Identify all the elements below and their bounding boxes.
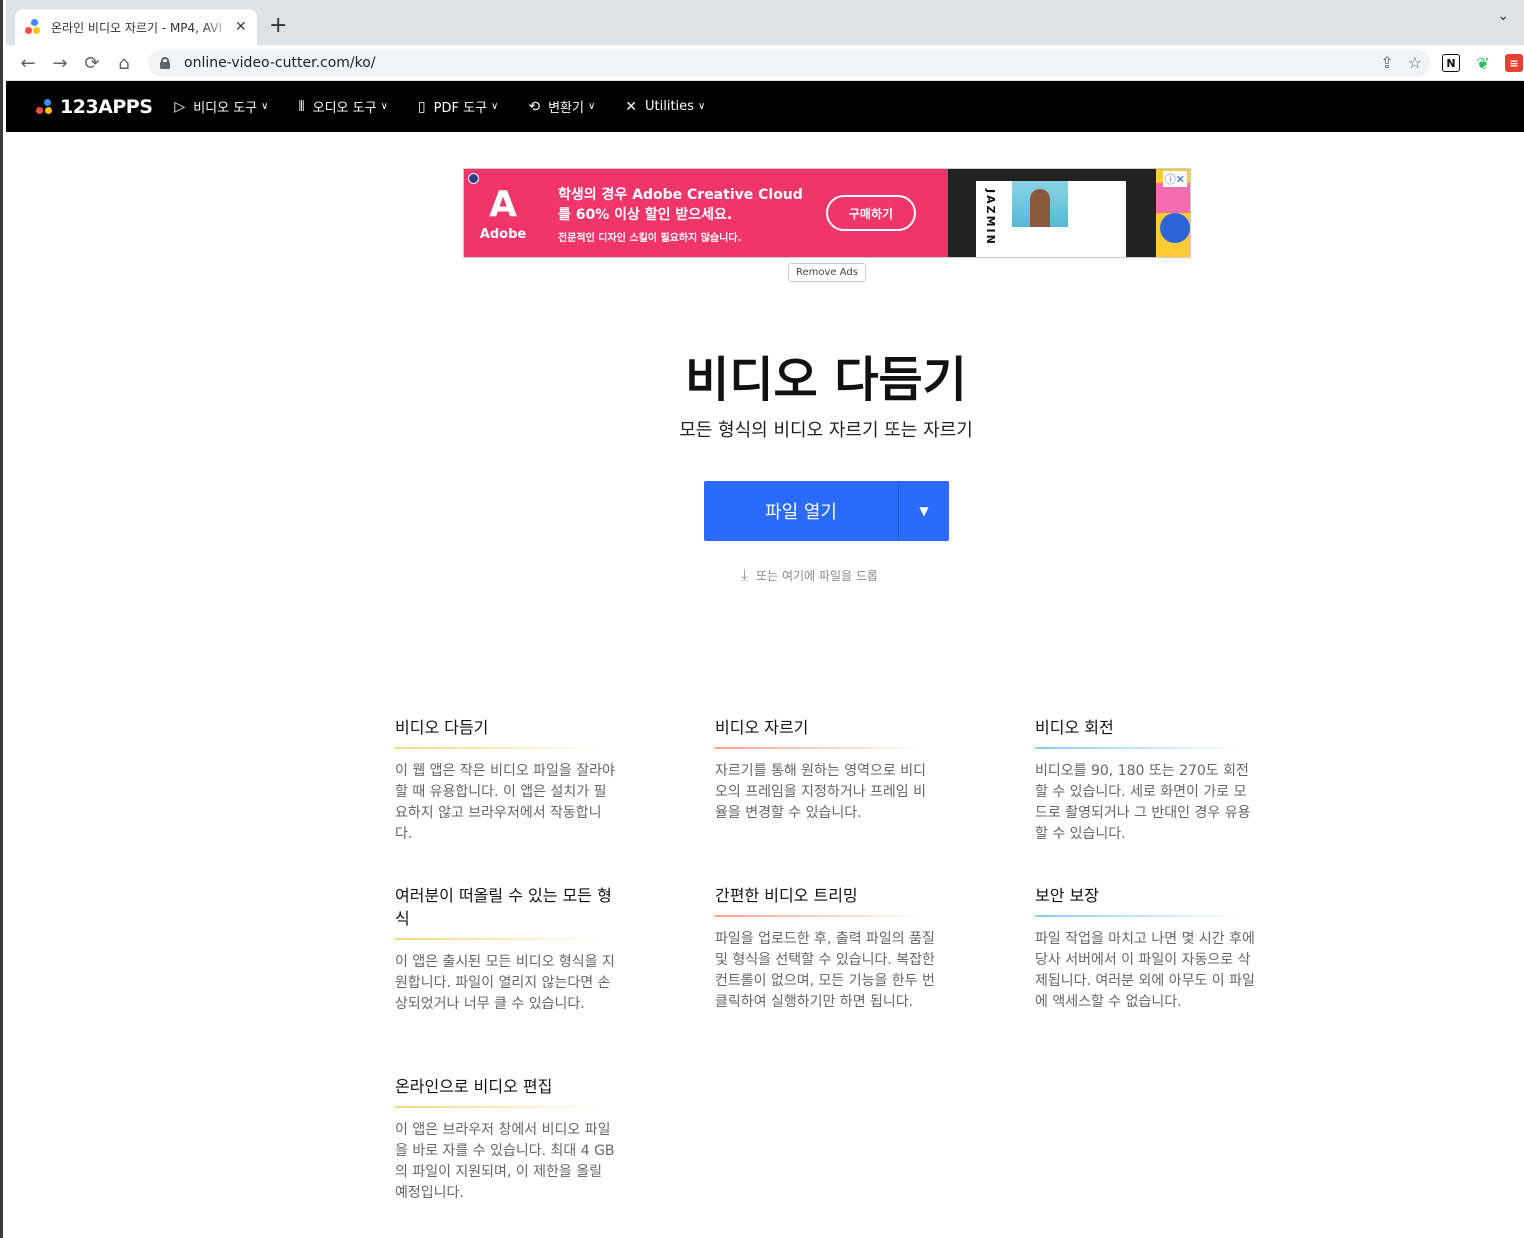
site-header: 123APPS ▷ 비디오 도구 ∨ ⦀ 오디오 도구 ∨ ▯ PDF 도구 ∨… bbox=[6, 81, 1524, 132]
feature-title: 비디오 다듬기 bbox=[395, 716, 615, 749]
drop-zone-hint: ⤓ 또는 여기에 파일을 드롭 bbox=[741, 565, 878, 585]
site-logo[interactable]: 123APPS bbox=[36, 95, 153, 118]
feature-text: 이 웹 앱은 작은 비디오 파일을 잘라야 할 때 유용합니다. 이 앱은 설치… bbox=[395, 763, 615, 842]
open-file-dropdown-chevron-icon[interactable]: ▼ bbox=[899, 481, 949, 541]
ad-subline: 전문적인 디자인 스킬이 필요하지 않습니다. bbox=[558, 233, 742, 244]
tab-title: 온라인 비디오 자르기 - MP4, AVI bbox=[51, 20, 222, 35]
ad-cta-button[interactable]: 구매하기 bbox=[826, 195, 916, 231]
nav-label: Utilities bbox=[645, 99, 694, 114]
nav-audio-tools[interactable]: ⦀ 오디오 도구 ∨ bbox=[298, 97, 388, 117]
feature-title: 온라인으로 비디오 편집 bbox=[395, 1075, 615, 1108]
ad-close-icon[interactable]: ⓘ✕ bbox=[1162, 171, 1187, 187]
tab-strip: 온라인 비디오 자르기 - MP4, AVI ✕ + ⌄ bbox=[6, 0, 1524, 45]
bookmark-star-icon[interactable]: ☆ bbox=[1408, 53, 1422, 72]
drop-hint-text: 또는 여기에 파일을 드롭 bbox=[756, 568, 878, 583]
feature-title: 비디오 회전 bbox=[1035, 716, 1255, 749]
tab-search-chevron-icon[interactable]: ⌄ bbox=[1497, 8, 1509, 24]
nav-label: 오디오 도구 bbox=[312, 101, 377, 116]
feature-text: 파일 작업을 마치고 나면 몇 시간 후에 당사 서버에서 이 파일이 자동으로… bbox=[1035, 931, 1255, 1010]
address-bar[interactable]: online-video-cutter.com/ko/ ⇪ ☆ bbox=[148, 49, 1430, 77]
document-icon: ▯ bbox=[417, 98, 426, 115]
share-icon[interactable]: ⇪ bbox=[1380, 53, 1393, 72]
logo-text: 123APPS bbox=[60, 95, 153, 118]
notion-extension-icon[interactable]: N bbox=[1442, 54, 1460, 72]
chevron-down-icon: ∨ bbox=[380, 101, 388, 112]
ad-banner[interactable]: A Adobe 학생의 경우 Adobe Creative Cloud를 60%… bbox=[463, 168, 1191, 258]
feature-all-formats: 여러분이 떠올릴 수 있는 모든 형식 이 앱은 출시된 모든 비디오 형식을 … bbox=[395, 884, 615, 1015]
audio-wave-icon: ⦀ bbox=[298, 98, 305, 115]
feature-title: 비디오 자르기 bbox=[715, 716, 935, 749]
download-icon: ⤓ bbox=[741, 565, 749, 584]
feature-text: 파일을 업로드한 후, 출력 파일의 품질 및 형식을 선택할 수 있습니다. … bbox=[715, 931, 935, 1010]
ad-portrait-image bbox=[1012, 181, 1068, 227]
nav-video-tools[interactable]: ▷ 비디오 도구 ∨ bbox=[174, 97, 269, 117]
nav-utilities[interactable]: ✕ Utilities ∨ bbox=[625, 99, 705, 115]
browser-window: 온라인 비디오 자르기 - MP4, AVI ✕ + ⌄ ← → ⟳ ⌂ onl… bbox=[0, 0, 1524, 1238]
nav-label: 비디오 도구 bbox=[193, 101, 258, 116]
reload-icon[interactable]: ⟳ bbox=[80, 51, 104, 75]
forward-arrow-icon[interactable]: → bbox=[48, 51, 72, 75]
convert-icon: ⟲ bbox=[528, 98, 541, 115]
nav-label: 변환기 bbox=[548, 101, 584, 116]
feature-title: 여러분이 떠올릴 수 있는 모든 형식 bbox=[395, 884, 615, 940]
url-text: online-video-cutter.com/ko/ bbox=[184, 55, 376, 71]
adobe-a-icon: A bbox=[489, 184, 517, 225]
ad-headline: 학생의 경우 Adobe Creative Cloud를 60% 이상 할인 받… bbox=[558, 187, 803, 223]
chevron-down-icon: ∨ bbox=[491, 101, 499, 112]
nav-converters[interactable]: ⟲ 변환기 ∨ bbox=[528, 97, 596, 117]
new-tab-button[interactable]: + bbox=[269, 15, 287, 37]
feature-title: 간편한 비디오 트리밍 bbox=[715, 884, 935, 917]
browser-toolbar: ← → ⟳ ⌂ online-video-cutter.com/ko/ ⇪ ☆ … bbox=[6, 45, 1524, 81]
feature-security: 보안 보장 파일 작업을 마치고 나면 몇 시간 후에 당사 서버에서 이 파일… bbox=[1035, 884, 1255, 1013]
tab-close-icon[interactable]: ✕ bbox=[235, 19, 247, 35]
logo-dots-icon bbox=[36, 98, 54, 115]
back-arrow-icon[interactable]: ← bbox=[16, 51, 40, 75]
feature-online-edit: 온라인으로 비디오 편집 이 앱은 브라우저 창에서 비디오 파일을 바로 자를… bbox=[395, 1075, 615, 1204]
ad-brand: Adobe bbox=[479, 227, 527, 242]
feature-trim-video: 비디오 다듬기 이 웹 앱은 작은 비디오 파일을 잘라야 할 때 유용합니다.… bbox=[395, 716, 615, 845]
browser-tab[interactable]: 온라인 비디오 자르기 - MP4, AVI ✕ bbox=[15, 9, 257, 45]
open-file-label[interactable]: 파일 열기 bbox=[704, 481, 899, 541]
remove-ads-button[interactable]: Remove Ads bbox=[788, 263, 866, 282]
ad-name-tag: JAZMIN bbox=[984, 189, 997, 246]
feature-text: 비디오를 90, 180 또는 270도 회전할 수 있습니다. 세로 화면이 … bbox=[1035, 763, 1251, 842]
tools-icon: ✕ bbox=[625, 98, 638, 115]
todoist-extension-icon[interactable]: ≡ bbox=[1505, 54, 1523, 72]
evernote-extension-icon[interactable]: ❦ bbox=[1474, 54, 1492, 73]
nav-pdf-tools[interactable]: ▯ PDF 도구 ∨ bbox=[417, 97, 499, 117]
feature-text: 이 앱은 브라우저 창에서 비디오 파일을 바로 자를 수 있습니다. 최대 4… bbox=[395, 1122, 615, 1201]
nav-label: PDF 도구 bbox=[433, 101, 487, 116]
page-subtitle: 모든 형식의 비디오 자르기 또는 자르기 bbox=[679, 420, 973, 441]
site-favicon-icon bbox=[25, 19, 41, 35]
feature-crop-video: 비디오 자르기 자르기를 통해 원하는 영역으로 비디오의 프레임을 지정하거나… bbox=[715, 716, 935, 824]
feature-rotate-video: 비디오 회전 비디오를 90, 180 또는 270도 회전할 수 있습니다. … bbox=[1035, 716, 1255, 845]
feature-easy-trimming: 간편한 비디오 트리밍 파일을 업로드한 후, 출력 파일의 품질 및 형식을 … bbox=[715, 884, 935, 1013]
chevron-down-icon: ∨ bbox=[587, 101, 596, 112]
video-play-icon: ▷ bbox=[174, 98, 186, 115]
page-title: 비디오 다듬기 bbox=[685, 352, 967, 408]
adobe-logo: A Adobe bbox=[478, 183, 528, 245]
chevron-down-icon: ∨ bbox=[697, 101, 706, 112]
feature-text: 이 앱은 출시된 모든 비디오 형식을 지원합니다. 파일이 열리지 않는다면 … bbox=[395, 954, 615, 1012]
lock-icon bbox=[160, 57, 170, 69]
home-icon[interactable]: ⌂ bbox=[112, 51, 136, 75]
feature-title: 보안 보장 bbox=[1035, 884, 1255, 917]
feature-text: 자르기를 통해 원하는 영역으로 비디오의 프레임을 지정하거나 프레임 비율을… bbox=[715, 763, 926, 821]
open-file-button[interactable]: 파일 열기 ▼ bbox=[704, 481, 949, 541]
chevron-down-icon: ∨ bbox=[261, 101, 269, 112]
